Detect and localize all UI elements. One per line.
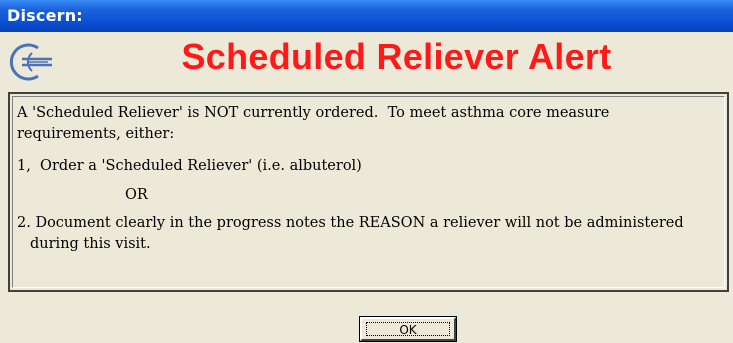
option-1: 1, Order a 'Scheduled Reliever' (i.e. al… — [17, 156, 720, 177]
alert-header: Scheduled Reliever Alert — [0, 32, 733, 86]
intro-line-1: A 'Scheduled Reliever' is NOT currently … — [17, 105, 610, 121]
intro-paragraph: A 'Scheduled Reliever' is NOT currently … — [17, 103, 720, 145]
option-1-text: 1, Order a 'Scheduled Reliever' (i.e. al… — [17, 158, 362, 174]
option-2-line-1: 2. Document clearly in the progress note… — [17, 215, 684, 231]
title-bar[interactable]: Discern: — [0, 0, 733, 32]
message-box: A 'Scheduled Reliever' is NOT currently … — [8, 92, 729, 292]
ok-button[interactable]: OK — [359, 316, 457, 342]
alert-title: Scheduled Reliever Alert — [181, 36, 612, 77]
option-2-line-2: during this visit. — [30, 236, 151, 252]
or-separator: OR — [17, 185, 720, 206]
window-title: Discern: — [7, 6, 83, 25]
option-2: 2. Document clearly in the progress note… — [17, 213, 720, 255]
or-text: OR — [125, 187, 148, 203]
ok-button-label: OK — [366, 322, 450, 337]
intro-line-2: requirements, either: — [17, 126, 175, 142]
message-text-area: A 'Scheduled Reliever' is NOT currently … — [12, 96, 725, 288]
discern-alert-window: Discern: Scheduled Reliever Alert A 'Sch… — [0, 0, 733, 343]
